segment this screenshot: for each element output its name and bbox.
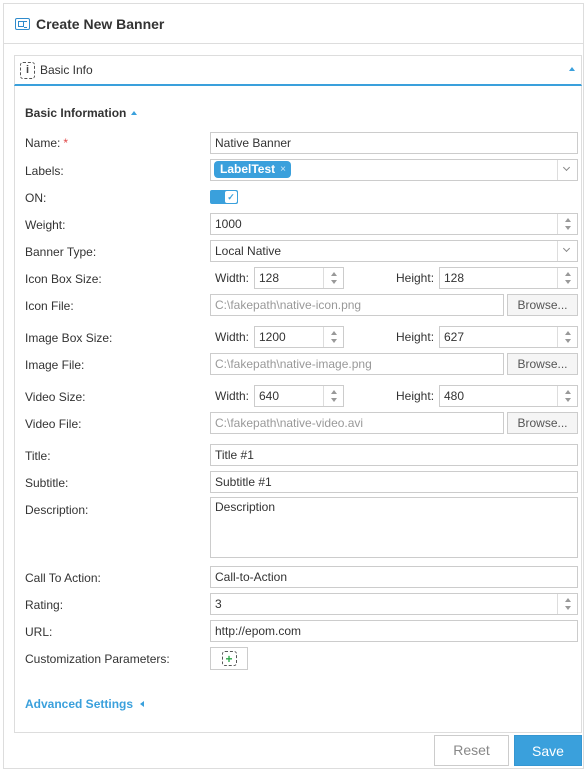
page-title: Create New Banner bbox=[36, 15, 165, 32]
call-to-action-input[interactable]: Call-to-Action bbox=[210, 566, 578, 588]
description-label: Description: bbox=[25, 503, 89, 517]
banner-type-value: Local Native bbox=[215, 244, 282, 258]
rating-input[interactable]: 3 bbox=[210, 593, 578, 615]
icon-file-field[interactable]: C:\fakepath\native-icon.png bbox=[210, 294, 504, 316]
banner-icon bbox=[15, 17, 30, 30]
dialog-header: Create New Banner bbox=[4, 4, 583, 44]
image-width-label: Width: bbox=[215, 330, 250, 344]
url-label: URL: bbox=[25, 625, 53, 639]
reset-button[interactable]: Reset bbox=[434, 735, 509, 766]
call-to-action-label: Call To Action: bbox=[25, 571, 101, 585]
caret-left-icon bbox=[140, 701, 145, 707]
rating-value: 3 bbox=[215, 597, 222, 611]
icon-box-size-label: Icon Box Size: bbox=[25, 272, 102, 286]
url-input[interactable]: http://epom.com bbox=[210, 620, 578, 642]
image-file-label: Image File: bbox=[25, 358, 85, 372]
section-basic-information[interactable]: Basic Information bbox=[25, 106, 138, 120]
icon-height-input[interactable]: 128 bbox=[439, 267, 578, 289]
image-height-input[interactable]: 627 bbox=[439, 326, 578, 348]
info-icon: i bbox=[20, 61, 35, 79]
image-width-input[interactable]: 1200 bbox=[254, 326, 344, 348]
image-height-label: Height: bbox=[396, 330, 435, 344]
video-width-value: 640 bbox=[259, 389, 280, 403]
icon-width-input[interactable]: 128 bbox=[254, 267, 344, 289]
image-browse-button[interactable]: Browse... bbox=[507, 353, 578, 375]
section-title: Basic Information bbox=[25, 106, 127, 120]
name-input[interactable]: Native Banner bbox=[210, 132, 578, 154]
rating-label: Rating: bbox=[25, 598, 64, 612]
image-width-stepper[interactable] bbox=[323, 327, 343, 347]
video-height-label: Height: bbox=[396, 389, 435, 403]
weight-value: 1000 bbox=[215, 217, 242, 231]
video-file-label: Video File: bbox=[25, 417, 82, 431]
rating-stepper[interactable] bbox=[557, 594, 577, 614]
image-height-value: 627 bbox=[444, 330, 465, 344]
video-height-stepper[interactable] bbox=[557, 386, 577, 406]
on-toggle[interactable]: ✓ bbox=[210, 190, 238, 204]
tab-label: Basic Info bbox=[40, 63, 93, 77]
name-label: Name: * bbox=[25, 136, 68, 150]
label-tag-text: LabelTest bbox=[220, 162, 276, 176]
banner-type-select[interactable]: Local Native bbox=[210, 240, 578, 262]
save-button[interactable]: Save bbox=[514, 735, 582, 766]
video-height-value: 480 bbox=[444, 389, 465, 403]
icon-browse-button[interactable]: Browse... bbox=[507, 294, 578, 316]
name-label-text: Name: bbox=[25, 136, 61, 150]
banner-type-label: Banner Type: bbox=[25, 245, 97, 259]
tab-basic-info[interactable]: i Basic Info bbox=[14, 55, 582, 86]
icon-height-label: Height: bbox=[396, 271, 435, 285]
video-height-input[interactable]: 480 bbox=[439, 385, 578, 407]
description-textarea[interactable]: Description bbox=[210, 497, 578, 558]
image-box-size-label: Image Box Size: bbox=[25, 331, 113, 345]
icon-height-stepper[interactable] bbox=[557, 268, 577, 288]
weight-stepper[interactable] bbox=[557, 214, 577, 234]
video-file-field[interactable]: C:\fakepath\native-video.avi bbox=[210, 412, 504, 434]
image-file-field[interactable]: C:\fakepath\native-image.png bbox=[210, 353, 504, 375]
icon-width-label: Width: bbox=[215, 271, 250, 285]
check-icon: ✓ bbox=[225, 191, 237, 203]
collapse-up-icon[interactable] bbox=[569, 67, 575, 71]
video-width-label: Width: bbox=[215, 389, 250, 403]
chevron-down-icon[interactable] bbox=[557, 160, 577, 180]
video-width-input[interactable]: 640 bbox=[254, 385, 344, 407]
icon-height-value: 128 bbox=[444, 271, 465, 285]
required-marker: * bbox=[63, 136, 69, 150]
title-input[interactable]: Title #1 bbox=[210, 444, 578, 466]
advanced-settings-label: Advanced Settings bbox=[25, 697, 134, 711]
labels-label: Labels: bbox=[25, 164, 64, 178]
caret-up-icon bbox=[131, 111, 138, 115]
advanced-settings-toggle[interactable]: Advanced Settings bbox=[25, 697, 145, 711]
video-width-stepper[interactable] bbox=[323, 386, 343, 406]
subtitle-label: Subtitle: bbox=[25, 476, 69, 490]
icon-width-value: 128 bbox=[259, 271, 280, 285]
on-label: ON: bbox=[25, 191, 47, 205]
image-height-stepper[interactable] bbox=[557, 327, 577, 347]
customization-parameters-label: Customization Parameters: bbox=[25, 652, 170, 666]
icon-width-stepper[interactable] bbox=[323, 268, 343, 288]
weight-input[interactable]: 1000 bbox=[210, 213, 578, 235]
label-tag[interactable]: LabelTest × bbox=[214, 161, 291, 178]
title-label: Title: bbox=[25, 449, 51, 463]
image-width-value: 1200 bbox=[259, 330, 286, 344]
weight-label: Weight: bbox=[25, 218, 66, 232]
chevron-down-icon[interactable] bbox=[557, 241, 577, 261]
subtitle-input[interactable]: Subtitle #1 bbox=[210, 471, 578, 493]
video-browse-button[interactable]: Browse... bbox=[507, 412, 578, 434]
add-icon: + bbox=[221, 651, 237, 666]
add-parameter-button[interactable]: + bbox=[210, 647, 248, 670]
video-size-label: Video Size: bbox=[25, 390, 86, 404]
icon-file-label: Icon File: bbox=[25, 299, 74, 313]
remove-tag-icon[interactable]: × bbox=[280, 161, 286, 178]
